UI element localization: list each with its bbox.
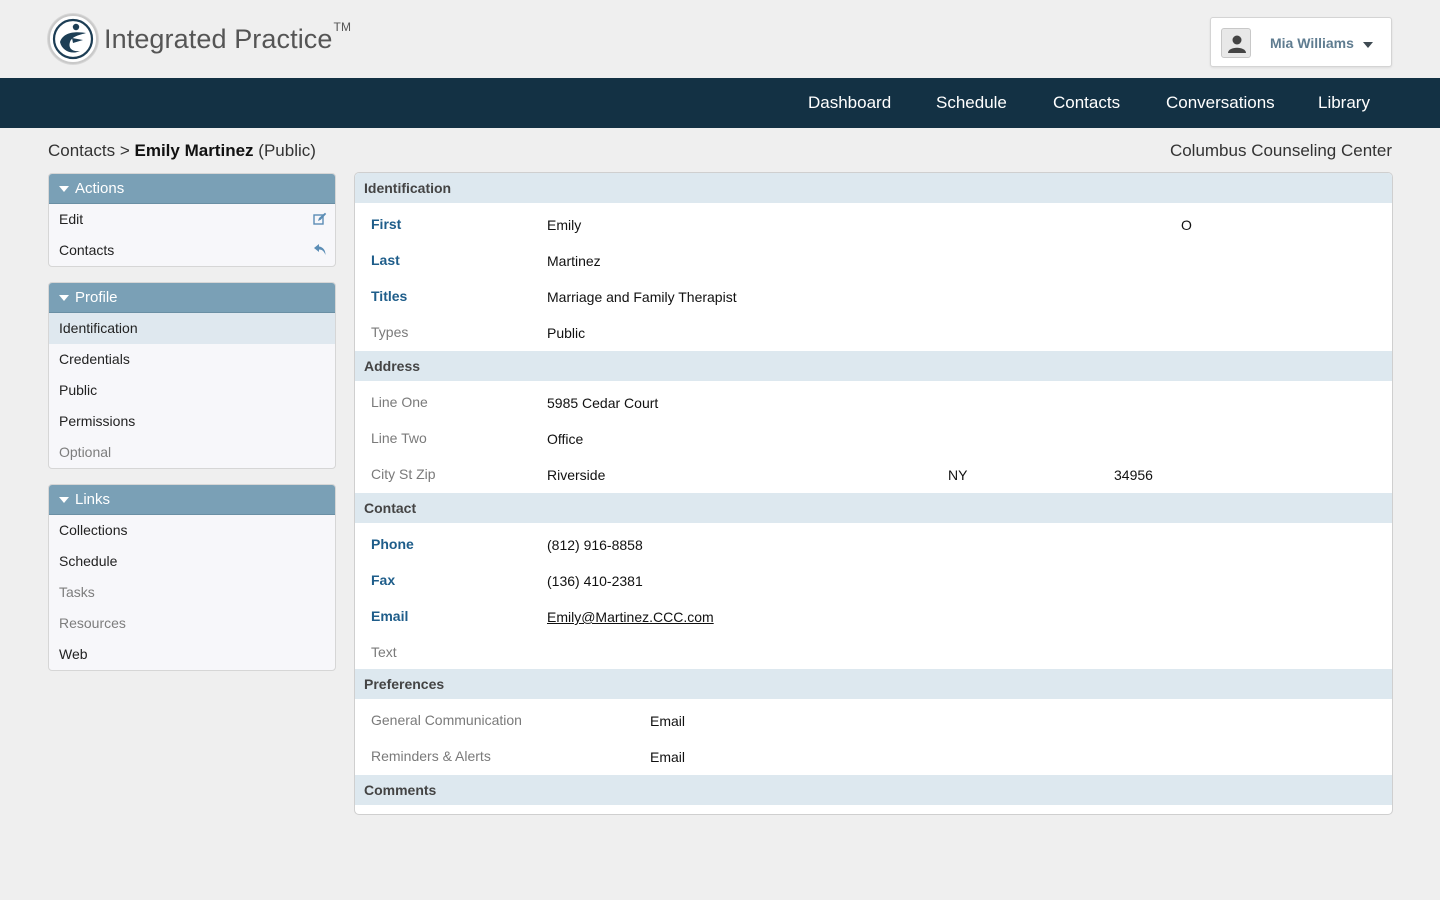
breadcrumb-root[interactable]: Contacts [48, 141, 115, 160]
email-label[interactable]: Email [371, 608, 408, 624]
actions-panel: Actions Edit Contacts [48, 173, 336, 267]
city-value: Riverside [547, 467, 606, 483]
action-contacts-label: Contacts [59, 242, 115, 258]
fax-value: (136) 410-2381 [547, 573, 643, 589]
email-link[interactable]: Emily@Martinez.CCC.com [547, 609, 714, 625]
first-extra-value: O [1181, 217, 1192, 233]
section-contact: Contact [355, 493, 1392, 523]
breadcrumb-qualifier: (Public) [258, 141, 316, 160]
zip-value: 34956 [1114, 467, 1153, 483]
action-contacts[interactable]: Contacts [49, 235, 335, 266]
line-two-label: Line Two [371, 430, 427, 446]
reminders-alerts-label: Reminders & Alerts [371, 748, 491, 764]
header: Integrated PracticeTM Mia Williams [0, 0, 1440, 78]
contact-detail-card: Identification First Emily O Last Martin… [354, 172, 1393, 815]
city-st-zip-label: City St Zip [371, 466, 436, 482]
section-identification: Identification [355, 173, 1392, 203]
last-value: Martinez [547, 253, 601, 269]
phone-label[interactable]: Phone [371, 536, 414, 552]
section-preferences: Preferences [355, 669, 1392, 699]
section-comments: Comments [355, 775, 1392, 805]
main-nav: Dashboard Schedule Contacts Conversation… [0, 78, 1440, 128]
profile-item-identification[interactable]: Identification [49, 313, 335, 344]
links-panel-title: Links [75, 491, 111, 508]
line-one-label: Line One [371, 394, 428, 410]
profile-item-credentials[interactable]: Credentials [49, 344, 335, 375]
general-communication-value: Email [650, 713, 686, 729]
user-name: Mia Williams [1270, 35, 1354, 51]
section-address: Address [355, 351, 1392, 381]
nav-schedule[interactable]: Schedule [936, 78, 1007, 128]
state-value: NY [948, 467, 968, 483]
organization-name: Columbus Counseling Center [1169, 141, 1392, 160]
chevron-down-icon [59, 186, 69, 192]
line-one-value: 5985 Cedar Court [547, 395, 659, 411]
links-panel: Links Collections Schedule Tasks Resourc… [48, 484, 336, 671]
phone-value: (812) 916-8858 [547, 537, 643, 553]
fax-label[interactable]: Fax [371, 572, 395, 588]
profile-panel-header[interactable]: Profile [49, 283, 335, 313]
actions-panel-header[interactable]: Actions [49, 174, 335, 204]
breadcrumb: Contacts > Emily Martinez (Public) [48, 141, 316, 161]
profile-item-permissions[interactable]: Permissions [49, 406, 335, 437]
actions-panel-title: Actions [75, 180, 125, 197]
profile-panel-title: Profile [75, 289, 118, 306]
brand-logo[interactable]: Integrated PracticeTM [48, 14, 351, 64]
types-value: Public [547, 325, 586, 341]
reminders-alerts-value: Email [650, 749, 686, 765]
edit-icon [313, 212, 327, 225]
line-two-value: Office [547, 431, 584, 447]
profile-item-optional[interactable]: Optional [49, 437, 335, 468]
titles-label[interactable]: Titles [371, 288, 407, 304]
last-label[interactable]: Last [371, 252, 400, 268]
logo-mark-icon [48, 14, 98, 64]
types-label: Types [371, 324, 409, 340]
nav-library[interactable]: Library [1318, 78, 1370, 128]
chevron-down-icon [59, 295, 69, 301]
email-value: Emily@Martinez.CCC.com [547, 609, 714, 625]
profile-panel: Profile Identification Credentials Publi… [48, 282, 336, 469]
back-arrow-icon [314, 244, 326, 255]
profile-item-public[interactable]: Public [49, 375, 335, 406]
first-value: Emily [547, 217, 582, 233]
links-item-schedule[interactable]: Schedule [49, 546, 335, 577]
user-menu[interactable]: Mia Williams [1210, 17, 1392, 67]
links-item-collections[interactable]: Collections [49, 515, 335, 546]
breadcrumb-separator: > [119, 141, 130, 160]
links-item-tasks[interactable]: Tasks [49, 577, 335, 608]
links-item-web[interactable]: Web [49, 639, 335, 670]
links-panel-header[interactable]: Links [49, 485, 335, 515]
titles-value: Marriage and Family Therapist [547, 289, 737, 305]
action-edit-label: Edit [59, 211, 84, 227]
nav-dashboard[interactable]: Dashboard [808, 78, 891, 128]
chevron-down-icon [59, 497, 69, 503]
brand-name: Integrated PracticeTM [104, 19, 352, 54]
chevron-down-icon[interactable] [1363, 42, 1373, 48]
first-label[interactable]: First [371, 216, 401, 232]
general-communication-label: General Communication [371, 712, 522, 728]
links-item-resources[interactable]: Resources [49, 608, 335, 639]
action-edit[interactable]: Edit [49, 204, 335, 235]
text-label: Text [371, 644, 397, 660]
trademark: TM [333, 19, 352, 34]
nav-conversations[interactable]: Conversations [1166, 78, 1275, 128]
breadcrumb-current: Emily Martinez [134, 141, 254, 160]
nav-contacts[interactable]: Contacts [1053, 78, 1120, 128]
user-avatar-icon [1221, 28, 1251, 58]
